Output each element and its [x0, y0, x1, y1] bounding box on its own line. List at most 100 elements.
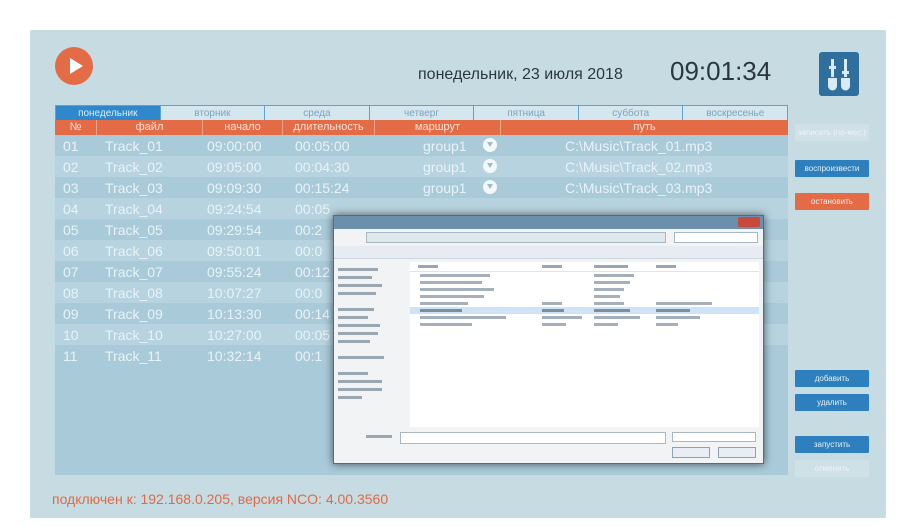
table-row[interactable]: 02 Track_02 09:05:00 00:04:30 group1 C:\Music…: [55, 156, 788, 177]
run-button[interactable]: запустить: [795, 436, 869, 453]
route-dropdown-icon[interactable]: [483, 138, 497, 152]
nav-item[interactable]: [338, 378, 402, 386]
cell-file: Track_07: [105, 264, 163, 280]
filename-input[interactable]: [400, 432, 666, 444]
tab-friday[interactable]: пятница: [473, 105, 578, 120]
file-list-header: [410, 262, 759, 272]
cell-duration: 00:14: [295, 306, 331, 322]
day-tabs: понедельник вторник среда четверг пятниц…: [55, 105, 789, 120]
cell-number: 04: [63, 201, 79, 217]
nav-item[interactable]: [338, 386, 402, 394]
nav-item[interactable]: [338, 322, 402, 330]
nav-item[interactable]: [338, 282, 402, 290]
stop-button[interactable]: остановить: [795, 193, 869, 210]
nav-item[interactable]: [338, 338, 402, 346]
nav-item[interactable]: [338, 274, 402, 282]
cell-start: 10:32:14: [207, 348, 262, 364]
cell-duration: 00:12: [295, 264, 331, 280]
cell-file: Track_02: [105, 159, 163, 175]
cell-start: 09:50:01: [207, 243, 262, 259]
route-dropdown-icon[interactable]: [483, 159, 497, 173]
cell-number: 03: [63, 180, 79, 196]
cell-route: group1: [423, 159, 467, 175]
cell-duration: 00:05: [295, 201, 331, 217]
tab-tuesday[interactable]: вторник: [159, 105, 265, 120]
file-row[interactable]: [410, 286, 759, 293]
cell-route: group1: [423, 138, 467, 154]
dialog-footer: [334, 428, 763, 463]
tab-wednesday[interactable]: среда: [264, 105, 369, 120]
col-start[interactable]: начало: [203, 120, 283, 135]
cell-number: 06: [63, 243, 79, 259]
dialog-nav-pane: [338, 262, 402, 427]
cell-number: 08: [63, 285, 79, 301]
table-row[interactable]: 03 Track_03 09:09:30 00:15:24 group1 C:\Music…: [55, 177, 788, 198]
open-file-dialog: [333, 215, 764, 464]
cell-start: 09:29:54: [207, 222, 262, 238]
nav-item[interactable]: [338, 266, 402, 274]
dialog-search-input[interactable]: [674, 232, 758, 243]
play-icon[interactable]: [55, 47, 93, 85]
cell-file: Track_06: [105, 243, 163, 259]
table-header: № файл начало длительность маршрут путь: [55, 120, 788, 135]
file-row[interactable]: [410, 321, 759, 328]
cell-duration: 00:0: [295, 285, 323, 301]
file-row-selected[interactable]: [410, 307, 759, 314]
cell-path: C:\Music\Track_02.mp3: [565, 159, 713, 175]
cell-duration: 00:1: [295, 348, 323, 364]
nav-item[interactable]: [338, 306, 402, 314]
cell-start: 09:09:30: [207, 180, 262, 196]
file-row[interactable]: [410, 300, 759, 307]
play-button[interactable]: воспроизвести: [795, 160, 869, 177]
dialog-address-bar[interactable]: [366, 232, 666, 243]
cell-duration: 00:04:30: [295, 159, 350, 175]
cell-start: 10:27:00: [207, 327, 262, 343]
cell-file: Track_09: [105, 306, 163, 322]
nav-item[interactable]: [338, 394, 402, 402]
dialog-file-list: [410, 262, 759, 427]
current-time: 09:01:34: [670, 56, 772, 86]
file-row[interactable]: [410, 279, 759, 286]
cell-number: 11: [63, 348, 78, 364]
cell-duration: 00:15:24: [295, 180, 350, 196]
nav-item[interactable]: [338, 354, 402, 362]
route-dropdown-icon[interactable]: [483, 180, 497, 194]
table-row[interactable]: 01 Track_01 09:00:00 00:05:00 group1 C:\Music…: [55, 135, 788, 156]
nav-item[interactable]: [338, 370, 402, 378]
col-path[interactable]: путь: [501, 120, 788, 135]
dialog-open-button[interactable]: [672, 447, 710, 458]
col-number[interactable]: №: [55, 120, 97, 135]
col-duration[interactable]: длительность: [283, 120, 375, 135]
cell-start: 09:55:24: [207, 264, 262, 280]
nav-item[interactable]: [338, 290, 402, 298]
current-date: понедельник, 23 июля 2018: [418, 66, 623, 83]
col-route[interactable]: маршрут: [375, 120, 501, 135]
nav-item[interactable]: [338, 330, 402, 338]
cell-start: 09:00:00: [207, 138, 262, 154]
col-file[interactable]: файл: [97, 120, 203, 135]
close-icon[interactable]: [738, 217, 760, 227]
save-button[interactable]: записать (по-мес.): [795, 124, 869, 141]
tab-monday[interactable]: понедельник: [55, 105, 160, 120]
cancel-button[interactable]: отменить: [795, 460, 869, 477]
dialog-titlebar[interactable]: [334, 216, 763, 229]
tab-thursday[interactable]: четверг: [368, 105, 474, 120]
dialog-cancel-button[interactable]: [718, 447, 756, 458]
cell-start: 10:07:27: [207, 285, 262, 301]
file-row[interactable]: [410, 272, 759, 279]
file-row[interactable]: [410, 314, 759, 321]
equalizer-icon[interactable]: [819, 52, 859, 96]
delete-button[interactable]: удалить: [795, 394, 869, 411]
cell-file: Track_01: [105, 138, 163, 154]
file-row[interactable]: [410, 293, 759, 300]
tab-saturday[interactable]: суббота: [577, 105, 683, 120]
tab-sunday[interactable]: воскресенье: [682, 105, 789, 120]
cell-duration: 00:0: [295, 243, 323, 259]
cell-file: Track_05: [105, 222, 163, 238]
cell-duration: 00:2: [295, 222, 323, 238]
cell-number: 05: [63, 222, 79, 238]
filetype-select[interactable]: [672, 432, 756, 442]
add-button[interactable]: добавить: [795, 370, 869, 387]
nav-item[interactable]: [338, 314, 402, 322]
cell-route: group1: [423, 180, 467, 196]
